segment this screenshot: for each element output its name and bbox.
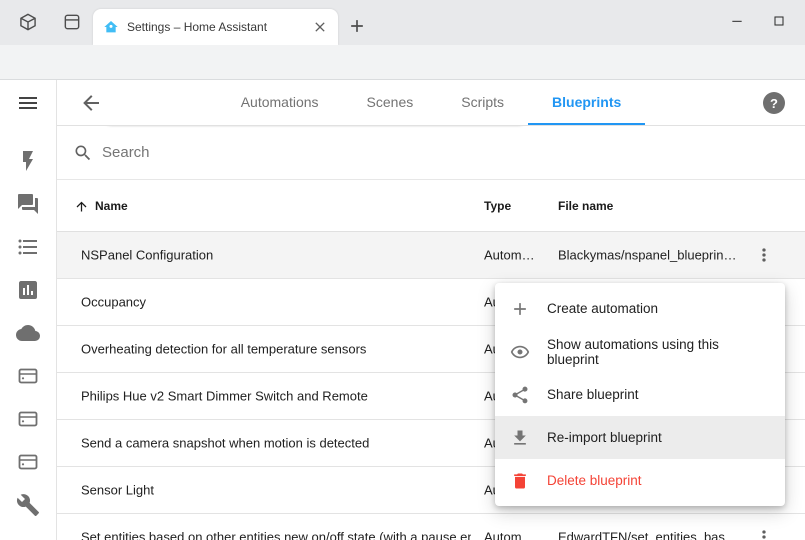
column-header-name[interactable]: Name [74,180,128,232]
search-input[interactable]: Search [57,126,805,180]
column-header-file[interactable]: File name [558,180,613,232]
column-header-type[interactable]: Type [484,180,511,232]
server-icon[interactable] [16,364,40,388]
tab-actions-icon[interactable] [62,12,82,32]
table-row[interactable]: Set entities based on other entities new… [57,514,805,540]
server-icon[interactable] [16,450,40,474]
tab-title: Settings – Home Assistant [127,20,306,34]
browser-tab[interactable]: Settings – Home Assistant [93,9,338,45]
menu-icon[interactable] [16,91,40,115]
search-placeholder: Search [102,144,150,161]
delete-icon [510,471,530,491]
download-icon [510,428,530,448]
home-assistant-favicon [103,19,119,35]
minimize-button[interactable] [716,0,758,42]
row-menu-icon[interactable] [754,527,774,540]
blueprint-context-menu: Create automation Show automations using… [495,283,785,506]
browser-titlebar: Settings – Home Assistant [0,0,805,45]
ha-back-icon[interactable] [79,91,103,115]
ha-sidebar [0,80,57,540]
menu-item-delete-blueprint[interactable]: Delete blueprint [495,459,785,502]
menu-item-create-automation[interactable]: Create automation [495,287,785,330]
tab-blueprints[interactable]: Blueprints [528,80,645,125]
maximize-button[interactable] [758,0,800,42]
cloud-icon[interactable] [16,321,40,345]
tab-automations[interactable]: Automations [217,80,343,125]
ha-tab-bar: Automations Scenes Scripts Blueprints [157,80,705,125]
developer-tools-icon[interactable] [16,493,40,517]
workspaces-icon[interactable] [18,12,38,32]
help-icon[interactable] [763,92,785,114]
menu-item-reimport-blueprint[interactable]: Re-import blueprint [495,416,785,459]
table-header: Name Type File name [57,180,805,232]
logbook-icon[interactable] [16,235,40,259]
table-row[interactable]: NSPanel Configuration Autom… Blackymas/n… [57,232,805,279]
plus-icon [510,299,530,319]
new-tab-button[interactable] [347,16,367,36]
menu-item-show-automations[interactable]: Show automations using this blueprint [495,330,785,373]
tab-scenes[interactable]: Scenes [343,80,438,125]
tab-close-icon[interactable] [312,19,328,35]
close-button[interactable] [800,0,805,42]
ha-header: Automations Scenes Scripts Blueprints [57,80,805,126]
eye-icon [510,342,530,362]
forum-icon[interactable] [16,192,40,216]
share-icon [510,385,530,405]
history-icon[interactable] [16,278,40,302]
browser-toolbar: Not secure homeassistant.local:8123/... [0,45,805,80]
search-icon [73,143,93,163]
row-menu-icon[interactable] [754,245,774,265]
tab-scripts[interactable]: Scripts [437,80,528,125]
window-controls [716,0,805,42]
menu-item-share-blueprint[interactable]: Share blueprint [495,373,785,416]
server-icon[interactable] [16,407,40,431]
energy-icon[interactable] [16,149,40,173]
sort-ascending-icon [74,199,89,214]
